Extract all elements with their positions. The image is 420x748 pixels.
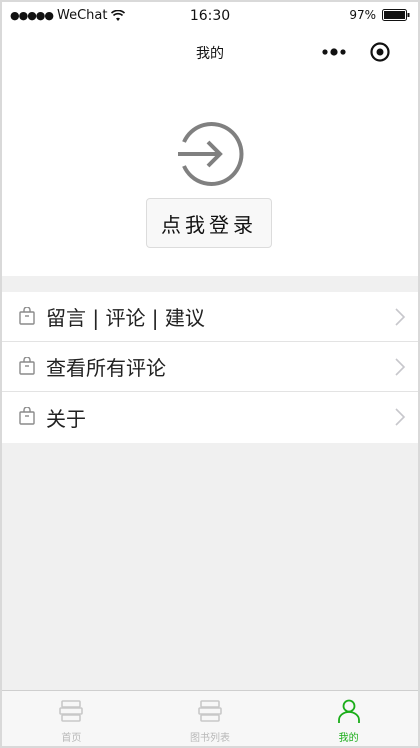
menu-item-feedback[interactable]: 留言 | 评论 | 建议 — [2, 292, 418, 342]
bag-icon — [19, 307, 35, 325]
tab-mine[interactable]: 我的 — [279, 691, 418, 746]
login-button[interactable]: 点我登录 — [146, 198, 272, 248]
books-icon — [198, 700, 222, 722]
login-icon — [178, 122, 244, 186]
close-miniprogram-icon[interactable] — [369, 41, 391, 63]
tab-label: 我的 — [338, 733, 359, 744]
menu-list: 留言 | 评论 | 建议 查看所有评论 关于 — [2, 292, 418, 443]
status-right: 97% — [349, 8, 410, 22]
tab-home[interactable]: 首页 — [2, 691, 141, 746]
page-title: 我的 — [196, 46, 224, 62]
chevron-right-icon — [395, 408, 406, 426]
login-area: 点我登录 — [2, 74, 418, 276]
menu-item-label: 关于 — [46, 407, 86, 431]
user-icon — [337, 699, 360, 723]
bag-icon — [19, 357, 35, 375]
status-bar: ●●●●● WeChat 16:30 97% — [2, 2, 418, 30]
more-options-icon[interactable] — [320, 42, 348, 62]
books-icon — [59, 700, 84, 722]
phone-screen: ●●●●● WeChat 16:30 97% 我的 点我登录 留言 | 评论 |… — [2, 2, 418, 746]
chevron-right-icon — [395, 358, 406, 376]
tab-label: 图书列表 — [190, 733, 230, 744]
menu-item-about[interactable]: 关于 — [2, 392, 418, 443]
menu-item-label: 留言 | 评论 | 建议 — [46, 306, 205, 330]
nav-bar: 我的 — [2, 30, 418, 74]
battery-percent: 97% — [349, 8, 376, 22]
tab-label: 首页 — [61, 733, 82, 744]
battery-icon — [382, 9, 410, 21]
tab-bar: 首页 图书列表 我的 — [2, 690, 418, 746]
menu-item-all-comments[interactable]: 查看所有评论 — [2, 342, 418, 392]
chevron-right-icon — [395, 308, 406, 326]
tab-book-list[interactable]: 图书列表 — [141, 691, 280, 746]
bag-icon — [19, 407, 35, 425]
menu-item-label: 查看所有评论 — [46, 356, 166, 380]
